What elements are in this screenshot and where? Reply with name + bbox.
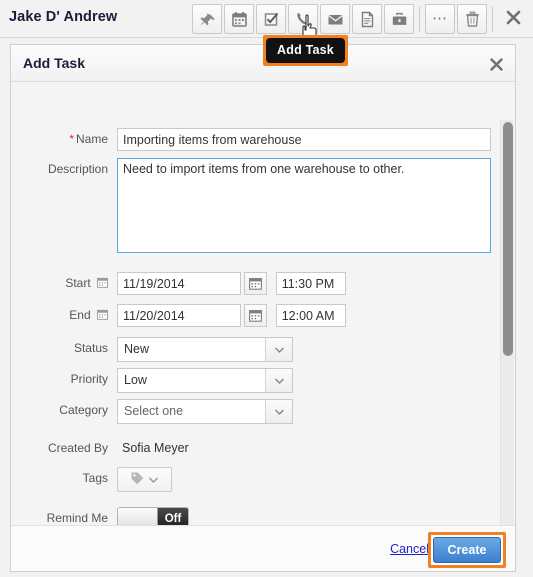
tooltip-add-task: Add Task xyxy=(266,38,345,63)
status-value: New xyxy=(124,342,150,356)
opportunity-button[interactable] xyxy=(384,4,414,34)
created-by-label: Created By xyxy=(47,441,108,455)
start-datetime-group xyxy=(117,272,346,295)
create-button-highlight: Create xyxy=(428,532,506,568)
end-date-picker-button[interactable] xyxy=(244,304,268,327)
start-time-input[interactable] xyxy=(275,272,346,295)
dialog-footer: Cancel Create xyxy=(11,525,515,571)
start-calendar-icon xyxy=(97,276,108,290)
calendar-icon xyxy=(249,310,263,322)
status-label: Status xyxy=(73,341,108,355)
cancel-link[interactable]: Cancel xyxy=(390,542,429,556)
document-icon xyxy=(359,11,376,28)
note-button[interactable] xyxy=(352,4,382,34)
dialog-title: Add Task xyxy=(23,55,85,71)
priority-value: Low xyxy=(124,373,147,387)
field-row-start: Start xyxy=(11,272,346,295)
chevron-down-icon xyxy=(265,400,292,423)
dialog-scrollbar[interactable] xyxy=(500,120,514,571)
dialog-scrollbar-thumb[interactable] xyxy=(503,122,513,356)
tags-select-button[interactable] xyxy=(117,467,172,492)
action-toolbar: ⋯ xyxy=(191,2,529,36)
toolbar-divider-2 xyxy=(492,6,493,32)
contact-toolbar-bar: Jake D' Andrew ⋯ xyxy=(0,0,533,43)
required-marker: * xyxy=(69,132,74,146)
field-row-status: Status New xyxy=(11,337,293,362)
tooltip-container: Add Task xyxy=(263,35,348,66)
category-label: Category xyxy=(59,403,108,417)
start-label: Start xyxy=(11,272,117,294)
contact-name: Jake D' Andrew xyxy=(9,9,118,25)
delete-button[interactable] xyxy=(457,4,487,34)
close-panel-button[interactable] xyxy=(498,4,528,34)
add-task-button[interactable] xyxy=(256,4,286,34)
phone-button[interactable] xyxy=(288,4,318,34)
name-label-text: Name xyxy=(75,132,108,146)
field-row-name: * Name xyxy=(11,128,491,151)
task-name-input[interactable] xyxy=(117,128,491,151)
add-task-dialog: Add Task *Name Description Start xyxy=(10,44,516,572)
end-label: End xyxy=(11,304,117,326)
category-select[interactable]: Select one xyxy=(117,399,293,424)
category-value: Select one xyxy=(124,404,184,418)
chevron-down-icon xyxy=(148,473,159,487)
tooltip-highlight: Add Task xyxy=(263,35,348,66)
pin-icon xyxy=(199,11,216,28)
briefcase-icon xyxy=(391,11,408,28)
dialog-body: *Name Description Start xyxy=(11,82,515,571)
pin-button[interactable] xyxy=(192,4,222,34)
ellipsis-icon: ⋯ xyxy=(432,10,448,27)
start-date-picker-button[interactable] xyxy=(244,272,268,295)
calendar-icon xyxy=(231,11,248,28)
chevron-down-icon xyxy=(265,338,292,361)
calendar-icon xyxy=(249,278,263,290)
toolbar-divider xyxy=(419,6,420,32)
close-icon xyxy=(505,9,522,29)
email-button[interactable] xyxy=(320,4,350,34)
description-label: Description xyxy=(47,162,108,176)
created-by-value: Sofia Meyer xyxy=(122,441,189,455)
field-row-description: Description xyxy=(11,158,491,253)
end-date-input[interactable] xyxy=(117,304,241,327)
phone-icon xyxy=(295,11,312,28)
field-row-created-by: Created By Sofia Meyer xyxy=(11,437,189,459)
create-button[interactable]: Create xyxy=(433,537,501,563)
priority-label: Priority xyxy=(70,372,108,386)
end-calendar-icon xyxy=(97,308,108,322)
status-select[interactable]: New xyxy=(117,337,293,362)
name-label: * Name xyxy=(11,128,117,150)
trash-icon xyxy=(464,11,481,28)
calendar-button[interactable] xyxy=(224,4,254,34)
close-icon xyxy=(489,57,503,71)
start-label-text: Start xyxy=(65,276,91,290)
end-datetime-group xyxy=(117,304,346,327)
dialog-close-button[interactable] xyxy=(485,53,507,75)
envelope-icon xyxy=(327,11,344,28)
more-actions-button[interactable]: ⋯ xyxy=(425,4,455,34)
field-row-priority: Priority Low xyxy=(11,368,293,393)
tag-icon xyxy=(130,471,145,489)
start-date-input[interactable] xyxy=(117,272,241,295)
field-row-category: Category Select one xyxy=(11,399,293,424)
task-description-textarea[interactable] xyxy=(117,158,491,253)
priority-select[interactable]: Low xyxy=(117,368,293,393)
end-label-text: End xyxy=(69,308,91,322)
tags-label: Tags xyxy=(82,471,108,485)
task-check-icon xyxy=(263,11,280,28)
chevron-down-icon xyxy=(265,369,292,392)
end-time-input[interactable] xyxy=(275,304,346,327)
field-row-end: End xyxy=(11,304,346,327)
field-row-tags: Tags xyxy=(11,467,172,492)
